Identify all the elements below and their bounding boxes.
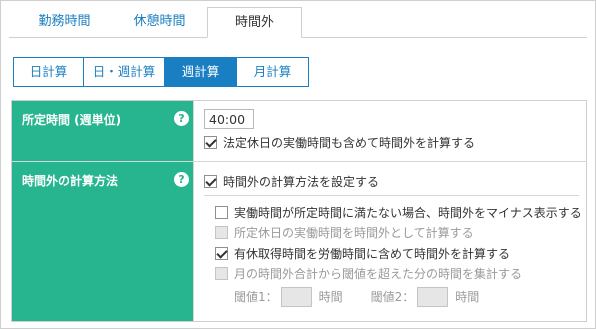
set-overtime-method-option[interactable]: 時間外の計算方法を設定する: [204, 171, 586, 191]
threshold-aggregate-option: 月の時間外合計から閾値を超えた分の時間を集計する: [215, 264, 579, 284]
segment-monthly[interactable]: 月計算: [236, 57, 309, 87]
help-icon[interactable]: ?: [174, 172, 189, 187]
set-overtime-method-label: 時間外の計算方法を設定する: [223, 174, 380, 189]
negative-overtime-label: 実働時間が所定時間に満たない場合、時間外をマイナス表示する: [234, 205, 582, 220]
overtime-method-content: 時間外の計算方法を設定する 実働時間が所定時間に満たない場合、時間外をマイナス表…: [193, 162, 586, 321]
tab-break-time[interactable]: 休憩時間: [112, 7, 207, 38]
calculation-unit-switch: 日計算 日・週計算 週計算 月計算: [13, 57, 309, 87]
settings-panel: 勤務時間 休憩時間 時間外 日計算 日・週計算 週計算 月計算 所定時間 (週単…: [0, 0, 596, 329]
segment-daily-weekly[interactable]: 日・週計算: [83, 57, 165, 87]
scheduled-hours-label: 所定時間 (週単位): [22, 113, 122, 127]
include-legal-holiday-option[interactable]: 法定休日の実働時間も含めて時間外を計算する: [204, 132, 586, 152]
overtime-method-label: 時間外の計算方法: [22, 174, 119, 188]
help-icon[interactable]: ?: [174, 111, 189, 126]
scheduled-holiday-label: 所定休日の実働時間を時間外として計算する: [234, 226, 474, 240]
scheduled-holiday-checkbox: [215, 226, 228, 239]
threshold2-label: 閾値2：: [370, 290, 415, 304]
negative-overtime-option[interactable]: 実働時間が所定時間に満たない場合、時間外をマイナス表示する: [215, 202, 582, 222]
overtime-method-label-cell: 時間外の計算方法 ?: [12, 162, 193, 321]
include-legal-holiday-checkbox[interactable]: [204, 135, 217, 149]
tab-work-time[interactable]: 勤務時間: [17, 7, 112, 38]
threshold-aggregate-checkbox: [215, 267, 228, 280]
paid-leave-checkbox[interactable]: [215, 246, 228, 260]
threshold-inputs: 閾値1： 時間 閾値2： 時間: [234, 286, 579, 307]
paid-leave-label: 有休取得時間を労働時間に含めて時間外を計算する: [234, 246, 511, 261]
paid-leave-option[interactable]: 有休取得時間を労働時間に含めて時間外を計算する: [215, 243, 579, 263]
overtime-method-suboptions: 実働時間が所定時間に満たない場合、時間外をマイナス表示する 所定休日の実働時間を…: [204, 195, 582, 307]
tab-overtime[interactable]: 時間外: [207, 7, 302, 38]
threshold1-label: 閾値1：: [234, 290, 278, 304]
overtime-method-row: 時間外の計算方法 ? 時間外の計算方法を設定する 実働時間が所定時間に満たない場…: [12, 161, 586, 321]
threshold2-input: [417, 286, 449, 307]
segment-daily[interactable]: 日計算: [13, 57, 84, 87]
threshold1-unit: 時間: [318, 290, 343, 304]
negative-overtime-checkbox[interactable]: [215, 205, 228, 219]
scheduled-hours-input[interactable]: [204, 109, 254, 129]
segment-weekly[interactable]: 週計算: [164, 57, 237, 87]
scheduled-hours-label-cell: 所定時間 (週単位) ?: [12, 101, 193, 161]
threshold2-unit: 時間: [455, 290, 480, 304]
threshold1-input: [280, 286, 312, 307]
tab-bar: 勤務時間 休憩時間 時間外: [17, 7, 302, 38]
scheduled-holiday-option: 所定休日の実働時間を時間外として計算する: [215, 223, 579, 243]
scheduled-hours-row: 所定時間 (週単位) ? 法定休日の実働時間も含めて時間外を計算する: [12, 101, 586, 161]
threshold-aggregate-label: 月の時間外合計から閾値を超えた分の時間を集計する: [234, 267, 523, 281]
include-legal-holiday-label: 法定休日の実働時間も含めて時間外を計算する: [223, 135, 476, 150]
overtime-settings-form: 所定時間 (週単位) ? 法定休日の実働時間も含めて時間外を計算する 時間外の計…: [11, 100, 587, 322]
scheduled-hours-content: 法定休日の実働時間も含めて時間外を計算する: [193, 101, 586, 161]
set-overtime-method-checkbox[interactable]: [204, 174, 217, 188]
